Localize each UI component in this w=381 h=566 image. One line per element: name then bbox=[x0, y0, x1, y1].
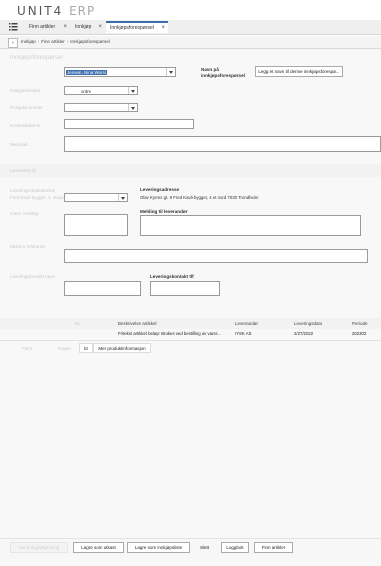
chevron-down-icon[interactable] bbox=[128, 87, 137, 94]
grid-action-button[interactable]: kt bbox=[79, 343, 93, 353]
breadcrumb-item: Innkjøpsforespørsel bbox=[70, 39, 110, 44]
save-draft-label: Lagre som utkast bbox=[81, 545, 116, 550]
chevron-down-icon[interactable] bbox=[166, 68, 175, 76]
delete-label: Slett bbox=[199, 545, 209, 550]
send-for-approval-label: Send til godkjenning bbox=[18, 545, 60, 550]
delivery-contact-phone-label: Leveringskontakt tlf bbox=[150, 274, 194, 279]
tab-bar: Finn artikler × Innkjøp × Innkjøpsforesp… bbox=[0, 20, 381, 35]
row-date: 2/27/2022 bbox=[294, 331, 314, 336]
row-description: Fritekst artikkel beløp: Brukes ved best… bbox=[118, 331, 221, 336]
name-label: Navn på innkjøpsforespørsel bbox=[201, 67, 245, 78]
delivery-contact-name-input[interactable] bbox=[64, 281, 141, 296]
close-icon[interactable]: × bbox=[161, 23, 165, 33]
breadcrumb-separator: › bbox=[37, 39, 40, 44]
section-band bbox=[0, 164, 381, 177]
requester-select[interactable]: Jensen, Nina Worsi bbox=[64, 67, 176, 77]
grid-header-period[interactable]: Periode bbox=[352, 321, 368, 326]
internal-message-input[interactable] bbox=[64, 214, 128, 236]
tab-innkjop[interactable]: Innkjøp × bbox=[71, 21, 105, 33]
grid-header-supplier[interactable]: Leverandør bbox=[235, 321, 258, 326]
send-for-approval-button[interactable]: Send til godkjenning bbox=[10, 542, 68, 553]
save-purchase-list-button[interactable]: Lagre som innkjøpsliste bbox=[127, 542, 190, 553]
cost-carrier-label: Kostnadsbærer bbox=[10, 123, 41, 128]
logbook-button[interactable]: Loggbok bbox=[221, 542, 249, 553]
page-title: Innkjøpsforespørsel bbox=[10, 55, 63, 61]
row-period: 202302 bbox=[352, 331, 367, 336]
section-title: Leveranse til bbox=[10, 168, 36, 173]
grid-header-description[interactable]: Beskrivelse artikkel bbox=[118, 321, 157, 326]
external-reference-label: Ekstern referanse bbox=[10, 244, 46, 249]
grid-ghost-action-remove: Fjern bbox=[22, 346, 33, 351]
delivery-contact-phone-input[interactable] bbox=[150, 281, 220, 296]
breadcrumb: Innkjøp › Finn artikler › Innkjøpsforespørse… bbox=[21, 39, 110, 44]
project-select[interactable] bbox=[64, 103, 138, 112]
breadcrumb-item[interactable]: Finn artikler bbox=[41, 39, 65, 44]
close-icon[interactable]: × bbox=[98, 21, 102, 33]
requester-value: Jensen, Nina Worsi bbox=[66, 69, 107, 75]
supplier-message-label: Melding til leverandør bbox=[140, 209, 188, 214]
delivery-place-sub: Fred Kavli-bygget, 4. etasje bbox=[10, 195, 65, 200]
internal-message-label: Intern melding bbox=[10, 211, 39, 216]
delivery-place-select[interactable] bbox=[64, 193, 128, 202]
find-articles-label: Finn artikler bbox=[261, 545, 286, 550]
app-logo: UNIT4 ERP bbox=[17, 4, 95, 18]
tab-label: Innkjøpsforespørsel bbox=[110, 25, 154, 31]
grid-divider bbox=[0, 340, 381, 341]
chevron-down-icon[interactable] bbox=[118, 194, 127, 201]
grid-ghost-action-copy: Kopier bbox=[58, 346, 72, 351]
note-input[interactable] bbox=[64, 136, 381, 152]
project-label: Prosjektnummer bbox=[10, 105, 43, 110]
cost-carrier-input[interactable] bbox=[64, 119, 194, 129]
category-select[interactable]: ordre bbox=[64, 86, 138, 95]
name-placeholder: Legg et navn til denne innkjøpsforespø..… bbox=[258, 69, 340, 74]
save-purchase-list-label: Lagre som innkjøpsliste bbox=[134, 545, 183, 550]
grid-header-row bbox=[0, 318, 381, 329]
more-product-info-button[interactable]: Mer produktinformasjon bbox=[93, 343, 151, 353]
tab-label: Innkjøp bbox=[75, 24, 92, 30]
tab-finn-artikler[interactable]: Finn artikler × bbox=[25, 21, 70, 33]
table-row[interactable]: Fritekst artikkel beløp: Brukes ved best… bbox=[0, 329, 381, 340]
find-articles-button[interactable]: Finn artikler bbox=[254, 542, 293, 553]
save-draft-button[interactable]: Lagre som utkast bbox=[73, 542, 124, 553]
logo-brand: UNIT4 bbox=[17, 4, 64, 18]
category-label: Kategori/valuta bbox=[10, 88, 41, 93]
back-button[interactable]: ‹ bbox=[8, 38, 18, 48]
grid-header-date[interactable]: Leveringsdato bbox=[294, 321, 322, 326]
category-value: ordre bbox=[81, 89, 92, 94]
breadcrumb-item[interactable]: Innkjøp bbox=[21, 39, 36, 44]
chevron-left-icon: ‹ bbox=[12, 40, 14, 46]
delivery-place-label: Leveringssted/adresse bbox=[10, 188, 56, 193]
name-input[interactable]: Legg et navn til denne innkjøpsforespø..… bbox=[255, 66, 343, 77]
breadcrumb-separator: › bbox=[66, 39, 69, 44]
tab-label: Finn artikler bbox=[29, 24, 56, 30]
delivery-address-label: Leveringsadresse bbox=[140, 187, 180, 192]
tab-innkjopsforesporsel[interactable]: Innkjøpsforespørsel × bbox=[106, 21, 168, 33]
chevron-down-icon[interactable] bbox=[128, 104, 137, 111]
delivery-contact-name-label: Leveringskontakt navn bbox=[10, 274, 56, 279]
more-product-info-label: Mer produktinformasjon bbox=[98, 346, 146, 351]
note-label: Merknad bbox=[10, 142, 28, 147]
menu-icon[interactable] bbox=[9, 22, 18, 31]
row-supplier: IYSK AS bbox=[235, 331, 252, 336]
close-icon[interactable]: × bbox=[63, 21, 67, 33]
supplier-message-input[interactable] bbox=[140, 215, 361, 236]
delete-button[interactable]: Slett bbox=[193, 542, 216, 553]
external-reference-input[interactable] bbox=[64, 249, 368, 263]
delivery-address-value: Olav Kyrres gt. 9 Fred Kavli-bygget, 4 e… bbox=[140, 195, 259, 200]
logbook-label: Loggbok bbox=[226, 545, 244, 550]
logo-product: ERP bbox=[69, 4, 96, 18]
grid-action-label: kt bbox=[84, 346, 88, 351]
grid-ghost-header: EL bbox=[75, 321, 81, 326]
